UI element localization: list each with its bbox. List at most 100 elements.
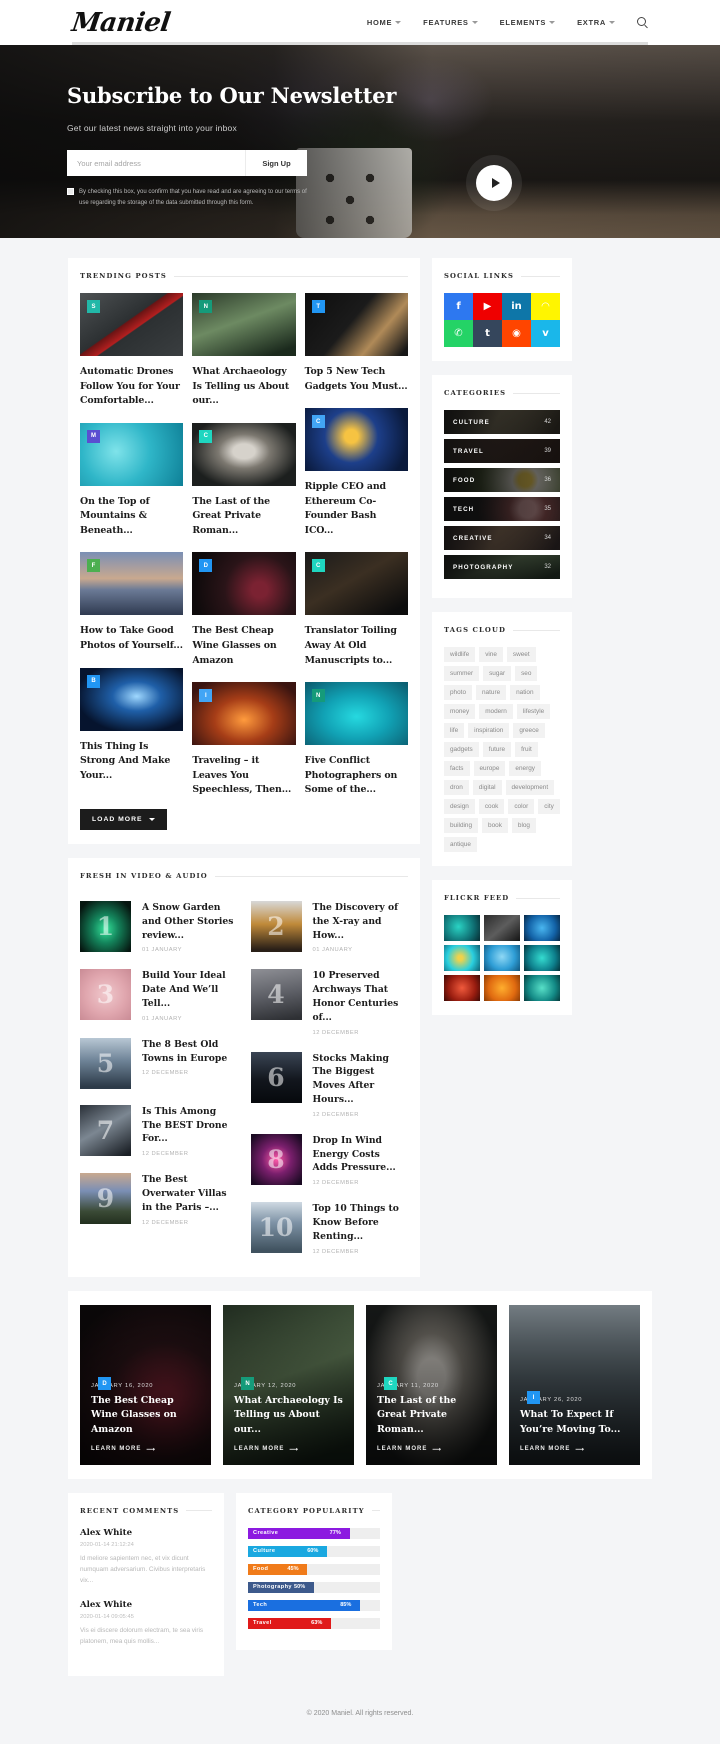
learn-more-link[interactable]: LEARN MORE ⟶ — [234, 1446, 343, 1453]
post-title[interactable]: On the Top of Mountains & Beneath... — [80, 495, 183, 539]
social-icon-whatsapp[interactable]: ✆ — [444, 320, 473, 347]
flickr-thumbnail[interactable] — [524, 915, 560, 941]
feature-card[interactable]: I JANUARY 26, 2020 What To Expect If You’r… — [509, 1304, 640, 1465]
video-list-item[interactable]: 2 The Discovery of the X-ray and How... 01… — [250, 893, 409, 961]
post-title[interactable]: The Last of the Great Private Roman... — [192, 495, 295, 539]
post-title[interactable]: Ripple CEO and Ethereum Co-Founder Bash … — [305, 480, 408, 538]
tag-item[interactable]: design — [444, 799, 475, 814]
flickr-thumbnail[interactable] — [484, 915, 520, 941]
category-item[interactable]: CREATIVE 34 — [444, 526, 560, 550]
post-title[interactable]: Translator Toiling Away At Old Manuscrip… — [305, 624, 408, 668]
learn-more-link[interactable]: LEARN MORE ⟶ — [520, 1446, 629, 1453]
site-logo[interactable]: Maniel — [70, 8, 172, 38]
video-list-item[interactable]: 1 A Snow Garden and Other Stories review.… — [80, 893, 238, 961]
tag-item[interactable]: book — [482, 818, 508, 833]
signup-button[interactable]: Sign Up — [245, 150, 307, 176]
tag-item[interactable]: antique — [444, 837, 477, 852]
tag-item[interactable]: greece — [513, 723, 545, 738]
play-icon[interactable] — [476, 165, 512, 201]
post-title[interactable]: Five Conflict Photographers on Some of t… — [305, 754, 408, 798]
tag-item[interactable]: modern — [479, 704, 513, 719]
trending-post[interactable]: C Ripple CEO and Ethereum Co-Founder Bash… — [304, 408, 408, 538]
tag-item[interactable]: cook — [478, 799, 505, 814]
nav-item-features[interactable]: FEATURES — [423, 18, 478, 27]
flickr-thumbnail[interactable] — [524, 975, 560, 1001]
tag-item[interactable]: seo — [515, 666, 538, 681]
tag-item[interactable]: lifestyle — [516, 704, 551, 719]
video-list-item[interactable]: 8 Drop In Wind Energy Costs Adds Pressure… — [250, 1126, 409, 1194]
email-input[interactable] — [67, 150, 245, 176]
load-more-button[interactable]: LOAD MORE — [80, 809, 167, 831]
video-title[interactable]: The Best Overwater Villas in the Paris –… — [142, 1173, 238, 1214]
tag-item[interactable]: blog — [511, 818, 536, 833]
flickr-thumbnail[interactable] — [484, 945, 520, 971]
tag-item[interactable]: gadgets — [444, 742, 479, 757]
trending-post[interactable]: S Automatic Drones Follow You for Your Co… — [80, 293, 184, 409]
consent-checkbox[interactable] — [67, 188, 74, 195]
trending-post[interactable]: N What Archaeology Is Telling us About ou… — [192, 293, 296, 409]
feature-card[interactable]: N JANUARY 12, 2020 What Archaeology Is Tel… — [223, 1304, 354, 1465]
social-icon-reddit[interactable]: ◉ — [502, 320, 531, 347]
comment-author[interactable]: Alex White — [80, 1600, 212, 1610]
social-icon-vimeo[interactable]: v — [531, 320, 560, 347]
flickr-thumbnail[interactable] — [444, 975, 480, 1001]
post-title[interactable]: Automatic Drones Follow You for Your Com… — [80, 365, 183, 409]
category-item[interactable]: TRAVEL 39 — [444, 439, 560, 463]
trending-post[interactable]: N Five Conflict Photographers on Some of … — [304, 682, 408, 798]
category-item[interactable]: CULTURE 42 — [444, 410, 560, 434]
tag-item[interactable]: nature — [476, 685, 507, 700]
video-list-item[interactable]: 6 Stocks Making The Biggest Moves After H… — [250, 1044, 409, 1126]
video-title[interactable]: Drop In Wind Energy Costs Adds Pressure.… — [313, 1134, 409, 1175]
tag-item[interactable]: digital — [472, 780, 502, 795]
tag-item[interactable]: energy — [509, 761, 541, 776]
nav-item-home[interactable]: HOME — [367, 18, 402, 27]
tag-item[interactable]: city — [538, 799, 560, 814]
video-list-item[interactable]: 5 The 8 Best Old Towns in Europe 12 DECEMB… — [80, 1030, 238, 1097]
trending-post[interactable]: F How to Take Good Photos of Yourself... — [80, 552, 184, 653]
search-icon[interactable] — [637, 17, 648, 28]
tag-item[interactable]: inspiration — [468, 723, 510, 738]
post-title[interactable]: Top 5 New Tech Gadgets You Must... — [305, 365, 408, 394]
video-list-item[interactable]: 3 Build Your Ideal Date And We’ll Tell...… — [80, 961, 238, 1029]
social-icon-linkedin[interactable]: in — [502, 293, 531, 320]
learn-more-link[interactable]: LEARN MORE ⟶ — [91, 1446, 200, 1453]
trending-post[interactable]: M On the Top of Mountains & Beneath... — [80, 422, 184, 539]
video-list-item[interactable]: 4 10 Preserved Archways That Honor Centur… — [250, 961, 409, 1043]
video-title[interactable]: Stocks Making The Biggest Moves After Ho… — [313, 1052, 409, 1107]
feature-title[interactable]: The Last of the Great Private Roman... — [377, 1394, 486, 1436]
post-title[interactable]: The Best Cheap Wine Glasses on Amazon — [192, 624, 295, 668]
tag-item[interactable]: fruit — [515, 742, 538, 757]
feature-title[interactable]: What To Expect If You’re Moving To... — [520, 1408, 629, 1436]
video-title[interactable]: The 8 Best Old Towns in Europe — [142, 1038, 238, 1066]
social-icon-facebook[interactable]: f — [444, 293, 473, 320]
trending-post[interactable]: D The Best Cheap Wine Glasses on Amazon — [192, 552, 296, 668]
tag-item[interactable]: wildlife — [444, 647, 476, 662]
video-title[interactable]: Top 10 Things to Know Before Renting... — [313, 1202, 409, 1243]
trending-post[interactable]: C The Last of the Great Private Roman... — [192, 422, 296, 539]
trending-post[interactable]: B This Thing Is Strong And Make Your... — [80, 667, 184, 784]
learn-more-link[interactable]: LEARN MORE ⟶ — [377, 1446, 486, 1453]
tag-item[interactable]: vine — [479, 647, 503, 662]
trending-post[interactable]: I Traveling – it Leaves You Speechless, T… — [192, 682, 296, 798]
flickr-thumbnail[interactable] — [524, 945, 560, 971]
flickr-thumbnail[interactable] — [484, 975, 520, 1001]
tag-item[interactable]: sugar — [483, 666, 512, 681]
trending-post[interactable]: T Top 5 New Tech Gadgets You Must... — [304, 293, 408, 394]
video-list-item[interactable]: 7 Is This Among The BEST Drone For... 12 D… — [80, 1097, 238, 1165]
video-list-item[interactable]: 9 The Best Overwater Villas in the Paris … — [80, 1165, 238, 1233]
tag-item[interactable]: life — [444, 723, 465, 738]
feature-title[interactable]: The Best Cheap Wine Glasses on Amazon — [91, 1394, 200, 1436]
tag-item[interactable]: future — [482, 742, 512, 757]
post-title[interactable]: Traveling – it Leaves You Speechless, Th… — [192, 754, 295, 798]
category-item[interactable]: FOOD 36 — [444, 468, 560, 492]
tag-item[interactable]: nation — [510, 685, 540, 700]
tag-item[interactable]: photo — [444, 685, 472, 700]
feature-card[interactable]: D JANUARY 16, 2020 The Best Cheap Wine Gla… — [80, 1304, 211, 1465]
feature-title[interactable]: What Archaeology Is Telling us About our… — [234, 1394, 343, 1436]
category-item[interactable]: PHOTOGRAPHY 32 — [444, 555, 560, 579]
nav-item-extra[interactable]: EXTRA — [577, 18, 615, 27]
video-list-item[interactable]: 10 Top 10 Things to Know Before Renting..… — [250, 1194, 409, 1262]
social-icon-snapchat[interactable]: ◠ — [531, 293, 560, 320]
category-item[interactable]: TECH 35 — [444, 497, 560, 521]
comment-author[interactable]: Alex White — [80, 1528, 212, 1538]
